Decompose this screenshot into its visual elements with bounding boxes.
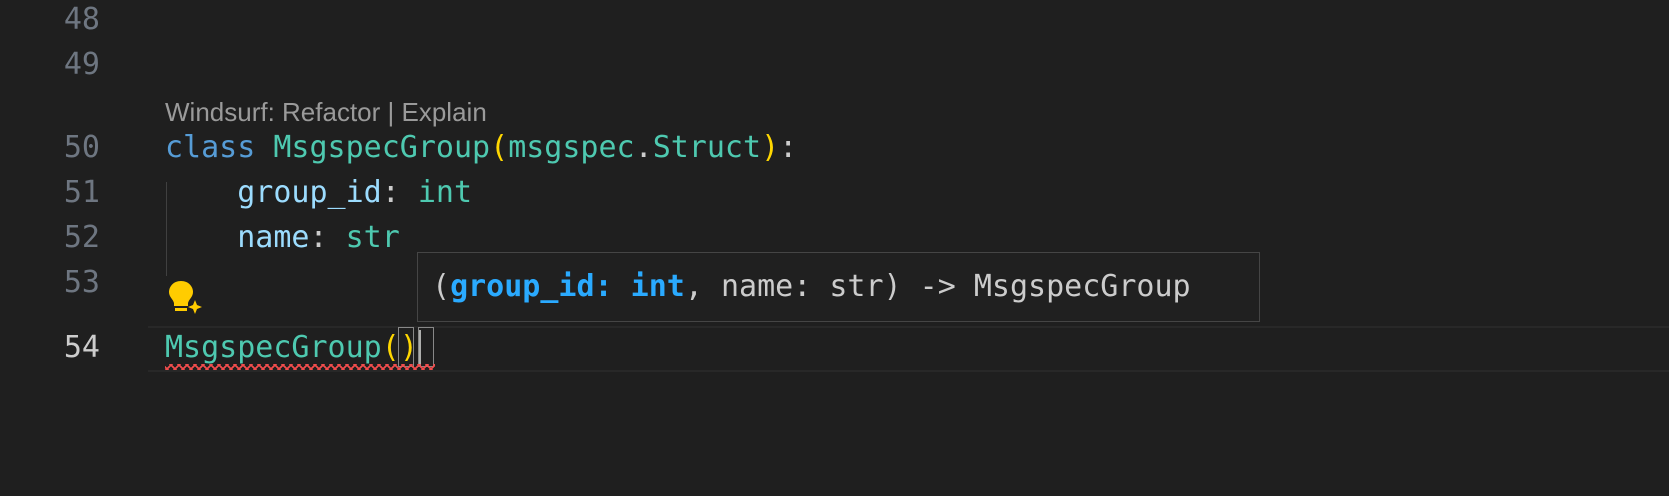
code-line-48[interactable]: 48: [0, 0, 1669, 44]
colon: :: [779, 130, 798, 165]
line-number: 48: [63, 2, 100, 37]
codelens-explain-link[interactable]: Explain: [402, 97, 487, 127]
close-paren: ): [761, 130, 780, 165]
code-text: class MsgspecGroup(msgspec.Struct):: [165, 124, 797, 172]
codelens-refactor-link[interactable]: Refactor: [282, 97, 380, 127]
type-str: str: [345, 220, 400, 255]
text-cursor: [419, 330, 421, 366]
colon: :: [309, 220, 346, 255]
line-number: 53: [63, 265, 100, 300]
code-line-49[interactable]: 49: [0, 41, 1669, 89]
codelens-separator: |: [380, 97, 402, 127]
line-number: 52: [63, 220, 100, 255]
base-class: Struct: [652, 130, 762, 165]
code-text: group_id: int: [165, 169, 472, 217]
code-line-50[interactable]: 50 class MsgspecGroup(msgspec.Struct):: [0, 124, 1669, 172]
dot: .: [634, 130, 653, 165]
keyword-class: class: [165, 130, 256, 165]
signature-rest: , name: str) -> MsgspecGroup: [684, 269, 1191, 304]
lightbulb-sparkle-icon[interactable]: [166, 278, 206, 318]
codelens-prefix: Windsurf:: [165, 97, 283, 127]
module-name: msgspec: [508, 130, 635, 165]
field-name: name: [237, 220, 310, 255]
code-line-51[interactable]: 51 group_id: int: [0, 169, 1669, 217]
type-int: int: [417, 175, 473, 210]
code-text: name: str: [165, 214, 400, 262]
open-paren: (: [490, 130, 509, 165]
signature-active-param: group_id: int: [450, 269, 685, 304]
code-editor[interactable]: 48 49 Windsurf: Refactor | Explain 50 cl…: [0, 0, 1669, 496]
bracket-match-open: [398, 327, 414, 367]
class-name: MsgspecGroup: [273, 130, 491, 165]
line-number: 51: [63, 175, 100, 210]
field-group-id: group_id: [237, 175, 382, 210]
call-name: MsgspecGroup: [165, 330, 382, 365]
signature-open-paren: (: [432, 269, 451, 304]
colon: :: [381, 175, 418, 210]
error-squiggle: [165, 364, 435, 370]
signature-help-popup: (group_id: int, name: str) -> MsgspecGro…: [417, 252, 1260, 322]
line-number: 50: [63, 130, 100, 165]
line-number: 49: [63, 47, 100, 82]
line-number: 54: [63, 330, 100, 365]
